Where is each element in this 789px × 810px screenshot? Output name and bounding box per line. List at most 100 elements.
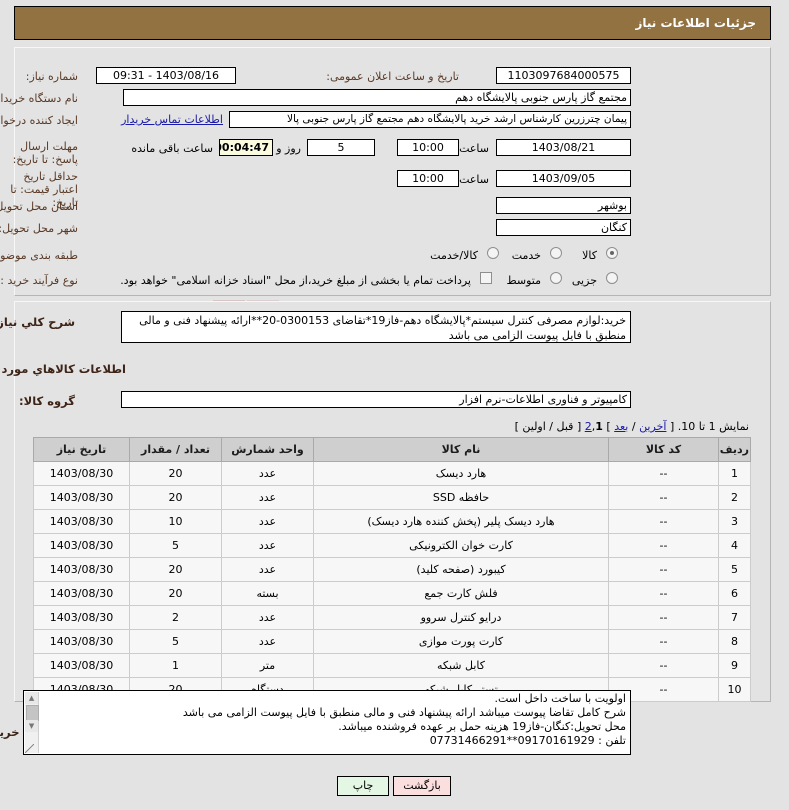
goods-group-field[interactable]: کامپیوتر و فناوری اطلاعات-نرم افزار: [121, 391, 631, 408]
cell-unit: عدد: [221, 533, 314, 558]
pagination-sep-1: /: [631, 420, 636, 433]
response-deadline-time-field[interactable]: 10:00: [397, 139, 459, 156]
pagination-prev-text: قبل: [556, 420, 574, 433]
cell-qty: 10: [129, 509, 222, 534]
cell-unit: عدد: [221, 485, 314, 510]
process-radio-motevaset[interactable]: [550, 272, 562, 284]
city-label: شهر محل تحویل:: [0, 222, 78, 235]
cell-radif: 9: [718, 653, 751, 678]
cell-radif: 2: [718, 485, 751, 510]
cell-code: --: [608, 485, 719, 510]
pagination-sep-2: /: [549, 420, 554, 433]
col-header-unit: واحد شمارش: [221, 437, 314, 462]
pagination-page-2[interactable]: 2: [585, 420, 592, 433]
category-label-kala-khedmat: کالا/خدمت: [430, 249, 478, 262]
price-validity-hour-label: ساعت: [459, 173, 489, 186]
pagination-first-text: اولین: [522, 420, 546, 433]
cell-qty: 20: [129, 461, 222, 486]
cell-qty: 2: [129, 605, 222, 630]
notes-line: تلفن : 09170161929**07731466291: [429, 734, 626, 747]
pagination-next-link[interactable]: بعد: [614, 420, 628, 433]
category-radio-kala[interactable]: [606, 247, 618, 259]
page-root: iranlender.net جزئیات اطلاعات نیاز شماره…: [0, 0, 789, 810]
notes-line: شرح کامل تقاضا پیوست میباشد ارائه پیشنها…: [182, 706, 626, 719]
cell-code: --: [608, 581, 719, 606]
cell-code: --: [608, 533, 719, 558]
cell-name: کیبورد (صفحه کلید): [313, 557, 609, 582]
requester-field[interactable]: پیمان چترزرین کارشناس ارشد خرید پالایشگا…: [229, 111, 631, 128]
process-label-motevaset: متوسط: [506, 274, 541, 287]
table-row: 5 -- کیبورد (صفحه کلید) عدد 20 1403/08/30: [33, 557, 751, 582]
table-row: 3 -- هارد دیسک پلیر (پخش کننده هارد دیسک) ع…: [33, 509, 751, 534]
col-header-name: نام کالا: [313, 437, 609, 462]
days-suffix-label: روز و: [276, 142, 301, 155]
response-hour-label: ساعت: [459, 142, 489, 155]
table-row: 1 -- هارد دیسک عدد 20 1403/08/30: [33, 461, 751, 486]
cell-radif: 4: [718, 533, 751, 558]
cell-code: --: [608, 557, 719, 582]
process-radio-jozii[interactable]: [606, 272, 618, 284]
price-validity-time-field[interactable]: 10:00: [397, 170, 459, 187]
description-textarea[interactable]: خرید:لوازم مصرفی کنترل سیستم*پالایشگاه د…: [121, 311, 631, 343]
need-number-field[interactable]: 1103097684000575: [496, 67, 631, 84]
cell-unit: بسته: [221, 581, 314, 606]
cell-name: کارت خوان الکترونیکی: [313, 533, 609, 558]
cell-date: 1403/08/30: [33, 461, 130, 486]
category-radio-khedmat[interactable]: [550, 247, 562, 259]
description-label: شرح کلي نياز:: [0, 315, 75, 329]
cell-date: 1403/08/30: [33, 485, 130, 510]
treasury-checkbox[interactable]: [480, 272, 492, 284]
scroll-down-icon[interactable]: ▼: [25, 720, 38, 732]
province-label: استان محل تحویل:: [0, 200, 78, 213]
requester-label: ایجاد کننده درخواست:: [0, 114, 78, 127]
treasury-checkbox-label: پرداخت تمام یا بخشی از مبلغ خرید،از محل …: [120, 274, 471, 287]
pagination-page-1-current: 1: [595, 420, 603, 433]
cell-name: کابل شبکه: [313, 653, 609, 678]
countdown-field: 00:04:47: [219, 139, 273, 156]
back-button[interactable]: بازگشت: [393, 776, 451, 796]
cell-date: 1403/08/30: [33, 509, 130, 534]
notes-resize-grip-icon[interactable]: [25, 744, 34, 753]
pagination: نمایش 1 تا 10. [ آخرین / بعد ] 2,1 [ قبل…: [515, 420, 749, 433]
pagination-last-link[interactable]: آخرین: [639, 420, 666, 433]
countdown-suffix-label: ساعت باقی مانده: [131, 142, 213, 155]
remaining-days-field[interactable]: 5: [307, 139, 375, 156]
page-title: جزئیات اطلاعات نیاز: [635, 16, 756, 30]
cell-date: 1403/08/30: [33, 629, 130, 654]
buyer-contact-link[interactable]: اطلاعات تماس خریدار: [121, 113, 223, 126]
buyer-org-field[interactable]: مجتمع گاز پارس جنوبی پالایشگاه دهم: [123, 89, 631, 106]
cell-qty: 20: [129, 485, 222, 510]
pagination-bracket-open: [: [576, 420, 582, 433]
col-header-date: تاریخ نیاز: [33, 437, 130, 462]
response-deadline-label: مهلت ارسال پاسخ: تا تاریخ:: [12, 140, 78, 166]
announce-datetime-field[interactable]: 1403/08/16 - 09:31: [96, 67, 236, 84]
scroll-up-icon[interactable]: ▲: [25, 692, 38, 704]
cell-name: هارد دیسک پلیر (پخش کننده هارد دیسک): [313, 509, 609, 534]
notes-textarea[interactable]: اولویت با ساخت داخل است. شرح کامل تقاضا پ…: [23, 690, 631, 755]
price-validity-date-field[interactable]: 1403/09/05: [496, 170, 631, 187]
province-field[interactable]: بوشهر: [496, 197, 631, 214]
print-button[interactable]: چاپ: [337, 776, 389, 796]
category-label-khedmat: خدمت: [511, 249, 541, 262]
announce-datetime-label: تاریخ و ساعت اعلان عمومی:: [326, 70, 459, 83]
category-label-kala: کالا: [582, 249, 597, 262]
table-body: 1 -- هارد دیسک عدد 20 1403/08/30 2 -- حافظه SSD ع…: [33, 461, 751, 702]
cell-code: --: [608, 653, 719, 678]
response-deadline-date-field[interactable]: 1403/08/21: [496, 139, 631, 156]
city-field[interactable]: کنگان: [496, 219, 631, 236]
col-header-radif: ردیف: [718, 437, 751, 462]
goods-group-label: گروه کالا:: [19, 394, 75, 408]
process-label-jozii: جزیی: [571, 274, 597, 287]
cell-radif: 6: [718, 581, 751, 606]
table-row: 7 -- درایو کنترل سروو عدد 2 1403/08/30: [33, 605, 751, 630]
cell-date: 1403/08/30: [33, 533, 130, 558]
pagination-prefix: نمایش 1 تا 10. [: [669, 420, 749, 433]
cell-date: 1403/08/30: [33, 605, 130, 630]
cell-date: 1403/08/30: [33, 581, 130, 606]
notes-text: اولویت با ساخت داخل است. شرح کامل تقاضا پ…: [42, 692, 626, 748]
pagination-bracket-close-2: ]: [514, 420, 519, 433]
page-header-bar: جزئیات اطلاعات نیاز: [14, 6, 771, 40]
cell-name: درایو کنترل سروو: [313, 605, 609, 630]
category-radio-kala-khedmat[interactable]: [487, 247, 499, 259]
cell-radif: 7: [718, 605, 751, 630]
